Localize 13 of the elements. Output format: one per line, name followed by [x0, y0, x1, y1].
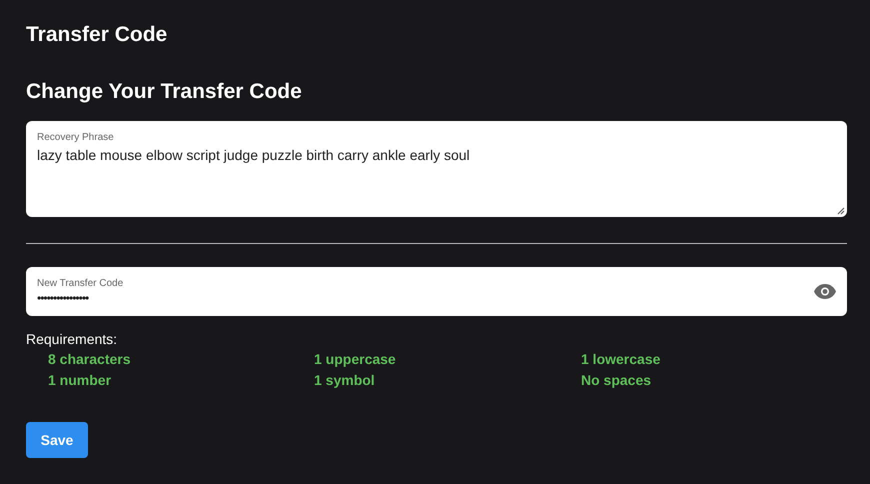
- resize-handle-icon[interactable]: [837, 207, 845, 215]
- section-title: Change Your Transfer Code: [26, 79, 303, 105]
- recovery-phrase-field[interactable]: Recovery Phrase lazy table mouse elbow script judge puzzle birth carry ankle early soul: [26, 121, 847, 217]
- requirements-title: Requirements:: [26, 330, 118, 348]
- requirement-text: 1 symbol: [314, 371, 375, 389]
- requirement-text: 8 characters: [48, 350, 131, 368]
- requirement-text: 1 uppercase: [314, 350, 396, 368]
- requirement-text: 1 lowercase: [581, 350, 660, 368]
- requirement-text: No spaces: [581, 371, 652, 389]
- eye-icon[interactable]: [814, 284, 836, 299]
- page-title: Transfer Code: [26, 22, 168, 48]
- transfer-code-field[interactable]: New Transfer Code ••••••••••••••••: [26, 267, 847, 316]
- requirement-text: 1 number: [48, 371, 112, 389]
